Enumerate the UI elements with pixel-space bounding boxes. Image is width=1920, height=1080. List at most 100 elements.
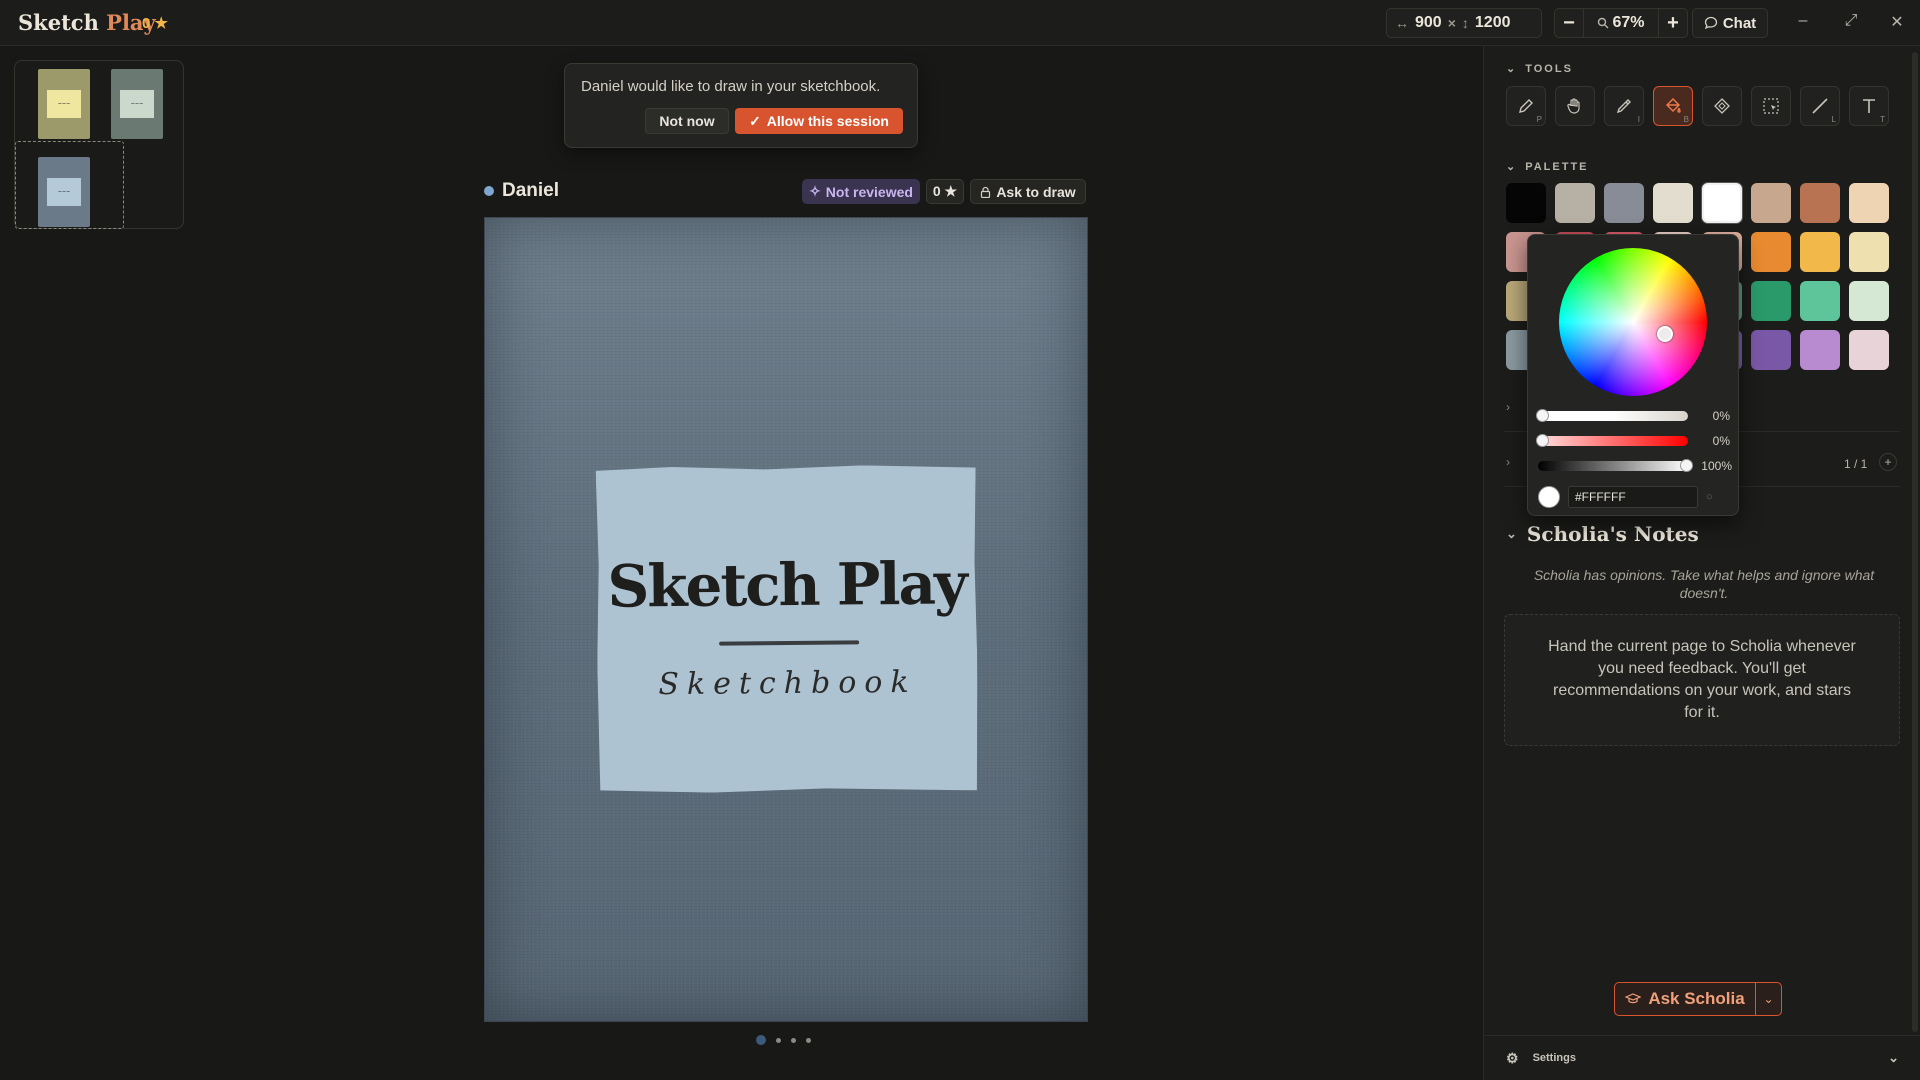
page-author: Daniel — [484, 180, 559, 202]
settings-bar[interactable]: ⚙ Settings ⌄ — [1484, 1035, 1920, 1080]
palette-swatch[interactable] — [1751, 330, 1791, 370]
palette-swatch[interactable] — [1751, 183, 1791, 223]
text-icon — [1863, 99, 1875, 113]
palette-swatch[interactable] — [1653, 183, 1693, 223]
palette-swatch[interactable] — [1800, 183, 1840, 223]
hex-input[interactable] — [1568, 486, 1698, 508]
eraser-icon — [1714, 98, 1730, 114]
shortcut-key: B — [1683, 115, 1689, 124]
title-bar: Sketch Play 0 ★ ↔ 900 × ↕ 1200 − 67% + C… — [0, 0, 1920, 46]
red-slider[interactable] — [1536, 434, 1688, 447]
hex-row: ○ — [1538, 486, 1713, 508]
width-value[interactable]: 900 — [1415, 14, 1442, 32]
brightness-slider[interactable] — [1538, 459, 1693, 472]
notes-title: Scholia's Notes — [1526, 522, 1699, 546]
cover-divider — [719, 640, 859, 645]
shortcut-key: T — [1880, 115, 1885, 124]
palette-swatch[interactable] — [1604, 183, 1644, 223]
chat-icon — [1704, 16, 1717, 30]
page-indicator — [756, 1035, 811, 1045]
thumbnail-label: ~~~ — [47, 90, 81, 118]
eyedropper-tool-button[interactable]: I — [1604, 86, 1644, 126]
selection-icon — [1763, 98, 1779, 114]
notes-subtitle: Scholia has opinions. Take what helps an… — [1533, 567, 1875, 601]
tools-heading-label: TOOLS — [1525, 62, 1573, 75]
shortcut-key: L — [1831, 115, 1836, 124]
maximize-icon[interactable]: ⤢ — [1840, 12, 1862, 30]
palette-swatch[interactable] — [1800, 330, 1840, 370]
palette-heading[interactable]: ⌄ PALETTE — [1506, 160, 1589, 174]
slider-handle[interactable] — [1536, 434, 1549, 447]
collapsed-section-chevron[interactable]: › — [1506, 400, 1510, 414]
palette-swatch[interactable] — [1849, 183, 1889, 223]
minimize-icon[interactable]: – — [1792, 12, 1814, 30]
width-icon: ↔ — [1395, 15, 1409, 31]
ask-to-draw-button[interactable]: Ask to draw — [970, 179, 1086, 204]
palette-swatch[interactable] — [1849, 232, 1889, 272]
thumbnail-page-2[interactable]: ~~~ — [111, 69, 163, 139]
palette-swatch[interactable] — [1849, 281, 1889, 321]
page-dot[interactable] — [806, 1037, 811, 1043]
page-dot-active[interactable] — [756, 1035, 766, 1045]
hand-tool-button[interactable] — [1555, 86, 1595, 126]
not-now-button[interactable]: Not now — [645, 108, 729, 134]
draw-request-popup: Daniel would like to draw in your sketch… — [564, 63, 918, 148]
allow-session-button[interactable]: ✓ Allow this session — [735, 108, 903, 134]
canvas-dimensions[interactable]: ↔ 900 × ↕ 1200 — [1386, 8, 1542, 38]
zoom-in-button[interactable]: + — [1659, 12, 1687, 35]
palette-swatch[interactable] — [1555, 183, 1595, 223]
collapsed-section-chevron[interactable]: › — [1506, 455, 1510, 469]
current-color-preview — [1538, 486, 1560, 508]
color-wheel-handle[interactable] — [1657, 326, 1673, 342]
line-tool-button[interactable]: L — [1800, 86, 1840, 126]
close-icon[interactable]: ✕ — [1886, 12, 1908, 32]
allow-label: Allow this session — [766, 113, 889, 129]
palette-swatch[interactable] — [1702, 183, 1742, 223]
eraser-tool-button[interactable] — [1702, 86, 1742, 126]
chat-label: Chat — [1722, 14, 1757, 32]
slider-handle[interactable] — [1536, 409, 1549, 422]
chevron-down-icon: ⌄ — [1763, 992, 1774, 1006]
cover-title: Sketch Play — [607, 549, 967, 621]
slider-handle[interactable] — [1680, 459, 1693, 472]
thumbnail-page-1[interactable]: ~~~ — [38, 69, 90, 139]
chevron-down-icon: ⌄ — [1506, 63, 1518, 75]
page-dot[interactable] — [791, 1037, 796, 1043]
notes-heading[interactable]: ⌄ Scholia's Notes — [1506, 522, 1699, 546]
zoom-value: 67% — [1612, 14, 1645, 31]
ask-scholia-button[interactable]: Ask Scholia — [1615, 983, 1755, 1015]
sidebar-scrollbar[interactable] — [1912, 52, 1918, 1032]
lock-icon — [981, 186, 991, 198]
zoom-out-button[interactable]: − — [1555, 12, 1583, 35]
palette-swatch[interactable] — [1800, 232, 1840, 272]
page-dot[interactable] — [776, 1037, 781, 1043]
reset-icon[interactable]: ○ — [1706, 491, 1713, 503]
text-tool-button[interactable]: T — [1849, 86, 1889, 126]
times-icon: × — [1447, 15, 1456, 31]
pencil-tool-button[interactable]: P — [1506, 86, 1546, 126]
add-layer-button[interactable]: + — [1879, 453, 1897, 471]
height-value[interactable]: 1200 — [1475, 14, 1511, 32]
line-icon — [1812, 98, 1828, 114]
palette-swatch[interactable] — [1849, 330, 1889, 370]
sketch-canvas[interactable]: Sketch Play Sketchbook — [484, 217, 1088, 1022]
palette-swatch[interactable] — [1751, 281, 1791, 321]
ask-scholia-button-group: Ask Scholia ⌄ — [1614, 982, 1782, 1016]
eyedropper-icon — [1616, 99, 1631, 114]
fill-tool-button[interactable]: B — [1653, 86, 1693, 126]
thumbnail-label: ~~~ — [120, 90, 154, 118]
shortcut-key: I — [1637, 115, 1640, 124]
select-tool-button[interactable] — [1751, 86, 1791, 126]
zoom-level[interactable]: 67% — [1583, 9, 1659, 37]
ask-scholia-dropdown[interactable]: ⌄ — [1755, 983, 1781, 1015]
review-status-text: Not reviewed — [825, 183, 913, 200]
palette-swatch[interactable] — [1506, 183, 1546, 223]
page-stars-badge: 0 ★ — [926, 179, 964, 204]
ask-to-draw-label: Ask to draw — [996, 183, 1076, 200]
palette-swatch[interactable] — [1800, 281, 1840, 321]
chat-button[interactable]: Chat — [1692, 8, 1768, 38]
saturation-slider[interactable] — [1536, 409, 1688, 422]
color-wheel[interactable] — [1559, 248, 1707, 396]
palette-swatch[interactable] — [1751, 232, 1791, 272]
tools-heading[interactable]: ⌄ TOOLS — [1506, 62, 1573, 76]
